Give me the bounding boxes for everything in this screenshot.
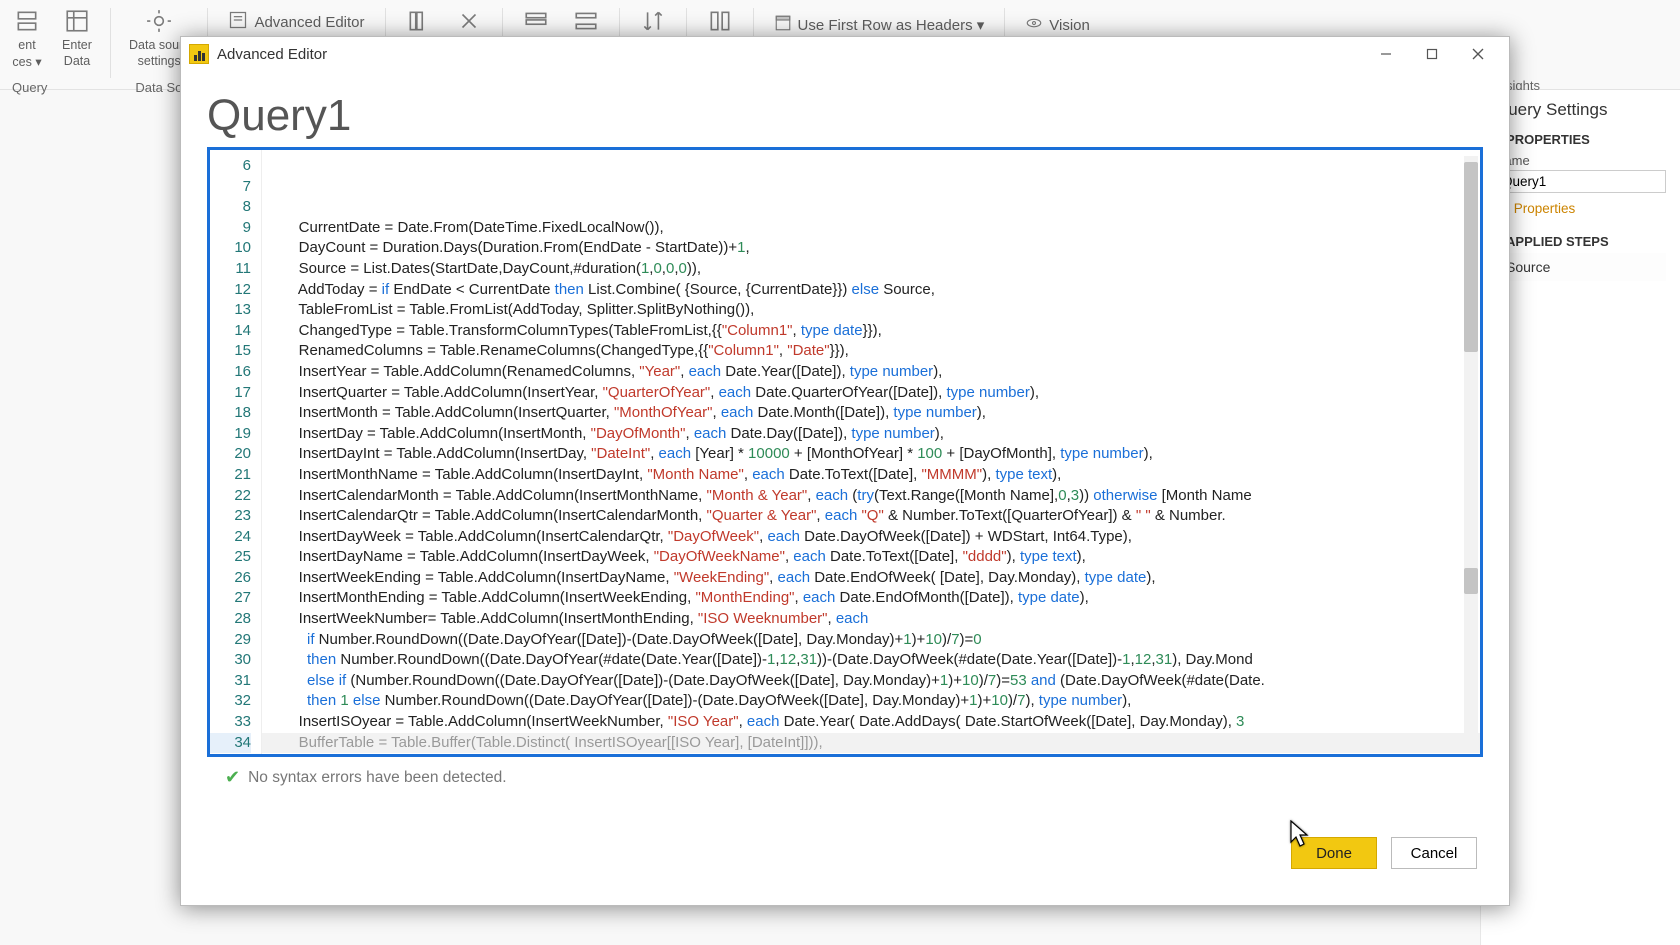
remove-columns-button[interactable] [448, 4, 490, 38]
applied-step-source[interactable]: Source [1495, 253, 1666, 281]
code-editor[interactable]: 6789101112131415161718192021222324252627… [207, 147, 1483, 757]
cancel-button[interactable]: Cancel [1391, 837, 1477, 869]
remove-rows-button[interactable] [565, 4, 607, 38]
ribbon-label: Enter [62, 38, 92, 52]
panel-title: Query Settings [1495, 100, 1666, 120]
advanced-editor-dialog: Advanced Editor Query1 Display Options ▾… [180, 36, 1510, 906]
line-number-gutter: 6789101112131415161718192021222324252627… [210, 150, 262, 754]
advanced-editor-ribbon-button[interactable]: Advanced Editor [220, 4, 372, 40]
code-text-area[interactable]: CurrentDate = Date.From(DateTime.FixedLo… [262, 150, 1480, 754]
query-heading: Query1 [207, 91, 1483, 141]
section-label: PROPERTIES [1506, 132, 1590, 147]
current-line-highlight [262, 733, 1480, 754]
minimize-button[interactable] [1363, 37, 1409, 71]
choose-columns-button[interactable] [398, 4, 440, 38]
columns-icon [404, 6, 434, 36]
ribbon-label: ces ▾ [12, 54, 41, 69]
split-icon [705, 6, 735, 36]
table-icon [62, 6, 92, 36]
eye-icon [1025, 14, 1043, 36]
section-label: APPLIED STEPS [1506, 234, 1609, 249]
name-label: Name [1495, 153, 1666, 168]
done-button[interactable]: Done [1291, 837, 1377, 869]
split-column-button[interactable] [699, 4, 741, 38]
query-name-input[interactable] [1495, 170, 1666, 193]
ribbon-label: Use First Row as Headers ▾ [798, 16, 985, 34]
status-text: No syntax errors have been detected. [248, 769, 506, 787]
close-button[interactable] [1455, 37, 1501, 71]
keep-rows-button[interactable] [515, 4, 557, 38]
vertical-scrollbar-thumb[interactable] [1464, 162, 1478, 352]
properties-section-header[interactable]: ▿PROPERTIES [1495, 132, 1666, 147]
database-icon [12, 6, 42, 36]
dialog-titlebar[interactable]: Advanced Editor [181, 37, 1509, 71]
rows-icon [571, 6, 601, 36]
recent-sources-button[interactable]: ent ces ▾ [6, 4, 48, 71]
editor-icon [228, 10, 248, 34]
ribbon-label: Vision [1049, 17, 1090, 34]
ribbon-label: settings [138, 54, 181, 68]
dialog-title: Advanced Editor [217, 46, 327, 63]
applied-steps-header[interactable]: ▿APPLIED STEPS [1495, 234, 1666, 249]
ribbon-label: Data [64, 54, 90, 68]
section-label: Query [2, 76, 57, 84]
all-properties-link[interactable]: All Properties [1495, 201, 1666, 216]
enter-data-button[interactable]: Enter Data [56, 4, 98, 70]
vertical-scrollbar-thumb[interactable] [1464, 568, 1478, 594]
gear-icon [144, 6, 174, 36]
maximize-button[interactable] [1409, 37, 1455, 71]
remove-icon [454, 6, 484, 36]
ribbon-label: Advanced Editor [254, 14, 364, 31]
header-icon [774, 14, 792, 36]
rows-icon [521, 6, 551, 36]
powerbi-icon [189, 44, 209, 64]
check-icon: ✔ [225, 767, 240, 788]
ribbon-label: ent [18, 38, 35, 52]
syntax-status: ✔ No syntax errors have been detected. [207, 757, 1483, 792]
sort-icon [638, 6, 668, 36]
sort-button[interactable] [632, 4, 674, 38]
query-settings-panel: Query Settings ▿PROPERTIES Name All Prop… [1480, 90, 1680, 945]
